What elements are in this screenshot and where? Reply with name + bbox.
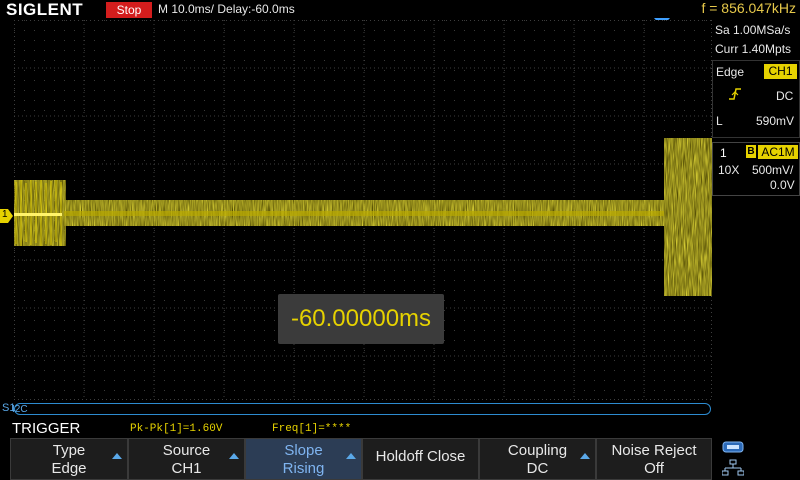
channel-offset: 0.0V — [770, 178, 795, 192]
softkey-coupling-value: DC — [526, 460, 549, 477]
vertical-scale: 500mV/ — [752, 163, 794, 177]
delay-readout-overlay: -60.00000ms — [278, 294, 444, 344]
sample-rate: Sa 1.00MSa/s — [715, 23, 791, 37]
trigger-type: Edge — [716, 65, 745, 79]
bandwidth-limit-badge: B — [746, 145, 756, 158]
timebase-delay-readout: M 10.0ms/ Delay:-60.0ms — [158, 2, 295, 16]
run-stop-indicator[interactable]: Stop — [106, 2, 152, 18]
softkey-slope-label: Slope — [284, 442, 323, 459]
softkey-source-label: Source — [162, 442, 211, 459]
measurement-freq: Freq[1]=**** — [272, 423, 352, 435]
trigger-level-label: L — [716, 114, 723, 128]
softkey-type-label: Type — [52, 442, 86, 459]
frequency-counter: f = 856.047kHz — [701, 0, 796, 16]
softkey-noise-reject[interactable]: Noise Reject Off — [596, 438, 712, 480]
softkey-slope[interactable]: Slope Rising — [245, 438, 362, 480]
channel-number: 1 — [720, 146, 727, 160]
menu-title: TRIGGER — [12, 420, 81, 437]
channel-coupling-badge: AC1M — [758, 145, 798, 159]
softkey-source-value: CH1 — [171, 460, 202, 477]
softkey-type[interactable]: Type Edge — [10, 438, 128, 480]
softkey-holdoff[interactable]: Holdoff Close — [362, 438, 479, 480]
decode-bus-bar — [14, 403, 711, 415]
softkey-coupling-label: Coupling — [507, 442, 568, 459]
softkey-holdoff-label: Holdoff Close — [375, 448, 466, 465]
channel-1-marker-label: 1 — [2, 209, 8, 220]
measurement-pkpk: Pk-Pk[1]=1.60V — [130, 423, 223, 435]
arrow-up-icon — [580, 453, 590, 459]
arrow-up-icon — [112, 453, 122, 459]
trigger-level: 590mV — [756, 114, 795, 128]
arrow-up-icon — [229, 453, 239, 459]
decode-protocol-label: I2C — [12, 404, 28, 415]
brand-logo: SIGLENT — [6, 0, 84, 19]
softkey-coupling[interactable]: Coupling DC — [479, 438, 596, 480]
softkey-noise-reject-label: Noise Reject — [611, 442, 697, 459]
softkey-type-value: Edge — [51, 460, 87, 477]
arrow-up-icon — [346, 453, 356, 459]
trigger-source-badge: CH1 — [764, 64, 797, 79]
trigger-coupling: DC — [776, 89, 794, 103]
memory-depth: Curr 1.40Mpts — [715, 42, 792, 56]
usb-device-icon — [722, 441, 744, 453]
network-icon — [722, 459, 744, 476]
softkey-slope-value: Rising — [282, 460, 325, 477]
probe-attenuation: 10X — [718, 163, 740, 177]
rising-edge-icon — [729, 88, 741, 100]
softkey-noise-reject-value: Off — [644, 460, 664, 477]
softkey-source[interactable]: Source CH1 — [128, 438, 245, 480]
